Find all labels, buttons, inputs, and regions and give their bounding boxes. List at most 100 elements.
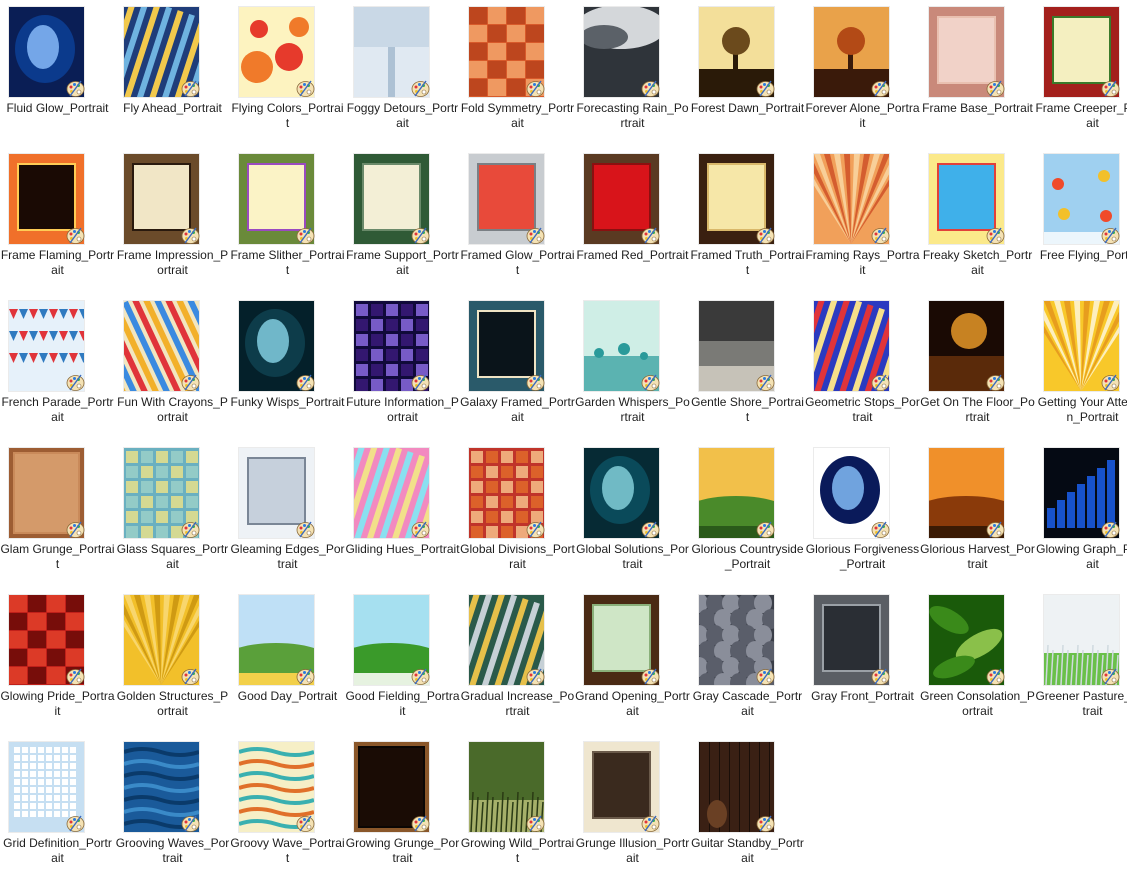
theme-item[interactable]: Geometric Stops_Portrait [805, 294, 920, 441]
paint-palette-icon [526, 373, 545, 392]
theme-item[interactable]: Gliding Hues_Portrait [345, 441, 460, 588]
theme-item-label: Get On The Floor_Portrait [920, 395, 1035, 424]
theme-item[interactable]: Global Solutions_Portrait [575, 441, 690, 588]
theme-item[interactable]: Get On The Floor_Portrait [920, 294, 1035, 441]
theme-item[interactable]: Growing Grunge_Portrait [345, 735, 460, 882]
theme-item[interactable]: Future Information_Portrait [345, 294, 460, 441]
theme-item-label: Grand Opening_Portrait [575, 689, 690, 718]
theme-item[interactable]: Forest Dawn_Portrait [690, 0, 805, 147]
theme-item[interactable]: Forecasting Rain_Portrait [575, 0, 690, 147]
theme-item[interactable]: Gentle Shore_Portrait [690, 294, 805, 441]
paint-palette-icon [411, 667, 430, 686]
theme-item[interactable]: Greener Pasture_Portrait [1035, 588, 1127, 735]
theme-item-label: Gray Front_Portrait [811, 689, 914, 703]
theme-item[interactable]: Frame Creeper_Portrait [1035, 0, 1127, 147]
theme-item[interactable]: Funky Wisps_Portrait [230, 294, 345, 441]
theme-item-label: Golden Structures_Portrait [116, 689, 229, 718]
theme-item[interactable]: Framed Glow_Portrait [460, 147, 575, 294]
theme-item[interactable]: Gray Cascade_Portrait [690, 588, 805, 735]
theme-item[interactable]: Glorious Countryside_Portrait [690, 441, 805, 588]
theme-item[interactable]: Fluid Glow_Portrait [0, 0, 115, 147]
paint-palette-icon [1101, 79, 1120, 98]
theme-item[interactable]: Glorious Forgiveness_Portrait [805, 441, 920, 588]
theme-item[interactable]: Golden Structures_Portrait [115, 588, 230, 735]
paint-palette-icon [296, 79, 315, 98]
theme-item-label: Framed Glow_Portrait [460, 248, 575, 277]
paint-palette-icon [526, 520, 545, 539]
theme-item[interactable]: Frame Slither_Portrait [230, 147, 345, 294]
theme-item-label: Free Flying_Portrait [1039, 248, 1127, 262]
theme-item[interactable]: Framed Red_Portrait [575, 147, 690, 294]
theme-item[interactable]: Glass Squares_Portrait [115, 441, 230, 588]
theme-item[interactable]: French Parade_Portrait [0, 294, 115, 441]
theme-item[interactable]: Grooving Waves_Portrait [115, 735, 230, 882]
paint-palette-icon [66, 226, 85, 245]
theme-item[interactable]: Flying Colors_Portrait [230, 0, 345, 147]
theme-item[interactable]: Fun With Crayons_Portrait [115, 294, 230, 441]
theme-item[interactable]: Framing Rays_Portrait [805, 147, 920, 294]
theme-item[interactable]: Green Consolation_Portrait [920, 588, 1035, 735]
paint-palette-icon [641, 226, 660, 245]
theme-item-label: Gray Cascade_Portrait [692, 689, 803, 718]
theme-item[interactable]: Free Flying_Portrait [1035, 147, 1127, 294]
theme-item[interactable]: Growing Wild_Portrait [460, 735, 575, 882]
paint-palette-icon [296, 373, 315, 392]
theme-item[interactable]: Grid Definition_Portrait [0, 735, 115, 882]
paint-palette-icon [986, 226, 1005, 245]
theme-item-label: Global Solutions_Portrait [576, 542, 689, 571]
theme-item[interactable]: Framed Truth_Portrait [690, 147, 805, 294]
theme-item[interactable]: Frame Flaming_Portrait [0, 147, 115, 294]
theme-item[interactable]: Frame Support_Portrait [345, 147, 460, 294]
theme-item[interactable]: Grunge Illusion_Portrait [575, 735, 690, 882]
theme-item-label: Framed Truth_Portrait [690, 248, 805, 277]
theme-item[interactable]: Guitar Standby_Portrait [690, 735, 805, 882]
paint-palette-icon [66, 520, 85, 539]
theme-item[interactable]: Garden Whispers_Portrait [575, 294, 690, 441]
paint-palette-icon [181, 226, 200, 245]
theme-item-label: French Parade_Portrait [1, 395, 114, 424]
theme-item[interactable]: Glowing Pride_Portrait [0, 588, 115, 735]
paint-palette-icon [296, 226, 315, 245]
theme-item[interactable]: Frame Base_Portrait [920, 0, 1035, 147]
paint-palette-icon [66, 667, 85, 686]
paint-palette-icon [411, 520, 430, 539]
paint-palette-icon [641, 373, 660, 392]
theme-item[interactable]: Frame Impression_Portrait [115, 147, 230, 294]
theme-item[interactable]: Forever Alone_Portrait [805, 0, 920, 147]
paint-palette-icon [756, 667, 775, 686]
theme-item[interactable]: Gray Front_Portrait [805, 588, 920, 735]
theme-item-label: Gliding Hues_Portrait [345, 542, 460, 556]
paint-palette-icon [871, 373, 890, 392]
theme-item[interactable]: Gleaming Edges_Portrait [230, 441, 345, 588]
theme-item[interactable]: Good Fielding_Portrait [345, 588, 460, 735]
theme-item[interactable]: Foggy Detours_Portrait [345, 0, 460, 147]
theme-item[interactable]: Groovy Wave_Portrait [230, 735, 345, 882]
theme-item-label: Framed Red_Portrait [576, 248, 689, 262]
theme-item-label: Flying Colors_Portrait [231, 101, 344, 130]
theme-item[interactable]: Fold Symmetry_Portrait [460, 0, 575, 147]
theme-item[interactable]: Freaky Sketch_Portrait [920, 147, 1035, 294]
paint-palette-icon [66, 79, 85, 98]
theme-item-label: Glam Grunge_Portrait [0, 542, 115, 571]
paint-palette-icon [986, 373, 1005, 392]
theme-item-label: Funky Wisps_Portrait [230, 395, 345, 409]
paint-palette-icon [986, 520, 1005, 539]
theme-item-label: Freaky Sketch_Portrait [922, 248, 1033, 277]
theme-item-label: Forest Dawn_Portrait [690, 101, 805, 115]
theme-item[interactable]: Fly Ahead_Portrait [115, 0, 230, 147]
theme-item[interactable]: Good Day_Portrait [230, 588, 345, 735]
theme-item-label: Gradual Increase_Portrait [460, 689, 575, 718]
theme-item[interactable]: Glorious Harvest_Portrait [920, 441, 1035, 588]
theme-item-label: Getting Your Attention_Portrait [1037, 395, 1127, 424]
theme-item[interactable]: Glam Grunge_Portrait [0, 441, 115, 588]
theme-item[interactable]: Getting Your Attention_Portrait [1035, 294, 1127, 441]
theme-item[interactable]: Glowing Graph_Portrait [1035, 441, 1127, 588]
theme-item-label: Fold Symmetry_Portrait [460, 101, 575, 130]
theme-item[interactable]: Galaxy Framed_Portrait [460, 294, 575, 441]
paint-palette-icon [1101, 226, 1120, 245]
paint-palette-icon [641, 667, 660, 686]
theme-item[interactable]: Gradual Increase_Portrait [460, 588, 575, 735]
theme-item[interactable]: Global Divisions_Portrait [460, 441, 575, 588]
paint-palette-icon [1101, 520, 1120, 539]
theme-item[interactable]: Grand Opening_Portrait [575, 588, 690, 735]
